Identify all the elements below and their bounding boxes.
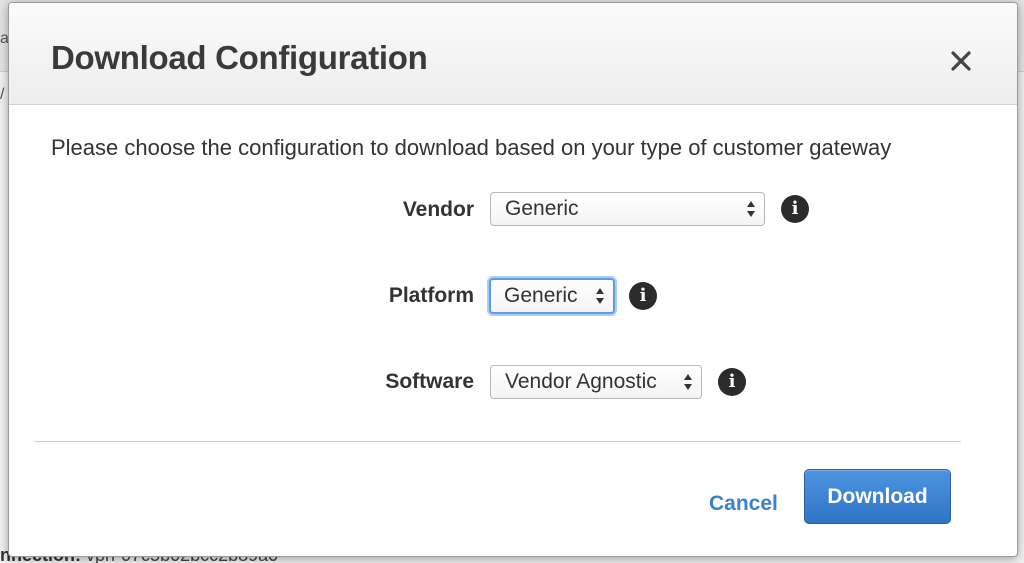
background-fragment: / <box>0 86 5 103</box>
select-arrows-icon <box>684 374 692 390</box>
platform-select[interactable]: Generic <box>489 278 615 314</box>
select-arrows-icon <box>747 201 755 217</box>
select-arrows-icon <box>596 288 604 304</box>
platform-label: Platform <box>388 284 474 307</box>
info-glyph: i <box>791 198 799 219</box>
info-glyph: i <box>639 285 647 306</box>
platform-info-icon[interactable]: i <box>629 282 657 310</box>
dialog-title: Download Configuration <box>51 39 428 76</box>
software-label: Software <box>385 370 474 393</box>
cancel-button[interactable]: Cancel <box>709 492 778 516</box>
vendor-select[interactable]: Generic <box>490 192 765 226</box>
close-icon <box>951 51 971 71</box>
software-select-value: Vendor Agnostic <box>505 370 657 393</box>
close-button[interactable] <box>943 43 979 79</box>
info-glyph: i <box>728 371 736 392</box>
software-info-icon[interactable]: i <box>718 368 746 396</box>
vendor-select-value: Generic <box>505 197 579 220</box>
vendor-info-icon[interactable]: i <box>781 195 809 223</box>
dialog-header: Download Configuration <box>9 3 1017 105</box>
dialog-intro-text: Please choose the configuration to downl… <box>51 135 892 160</box>
download-button[interactable]: Download <box>804 469 951 524</box>
download-configuration-dialog: Download Configuration Please choose the… <box>8 2 1018 557</box>
dialog-divider <box>34 441 961 442</box>
platform-select-value: Generic <box>504 284 578 307</box>
vendor-label: Vendor <box>402 198 474 221</box>
software-select[interactable]: Vendor Agnostic <box>490 365 702 399</box>
